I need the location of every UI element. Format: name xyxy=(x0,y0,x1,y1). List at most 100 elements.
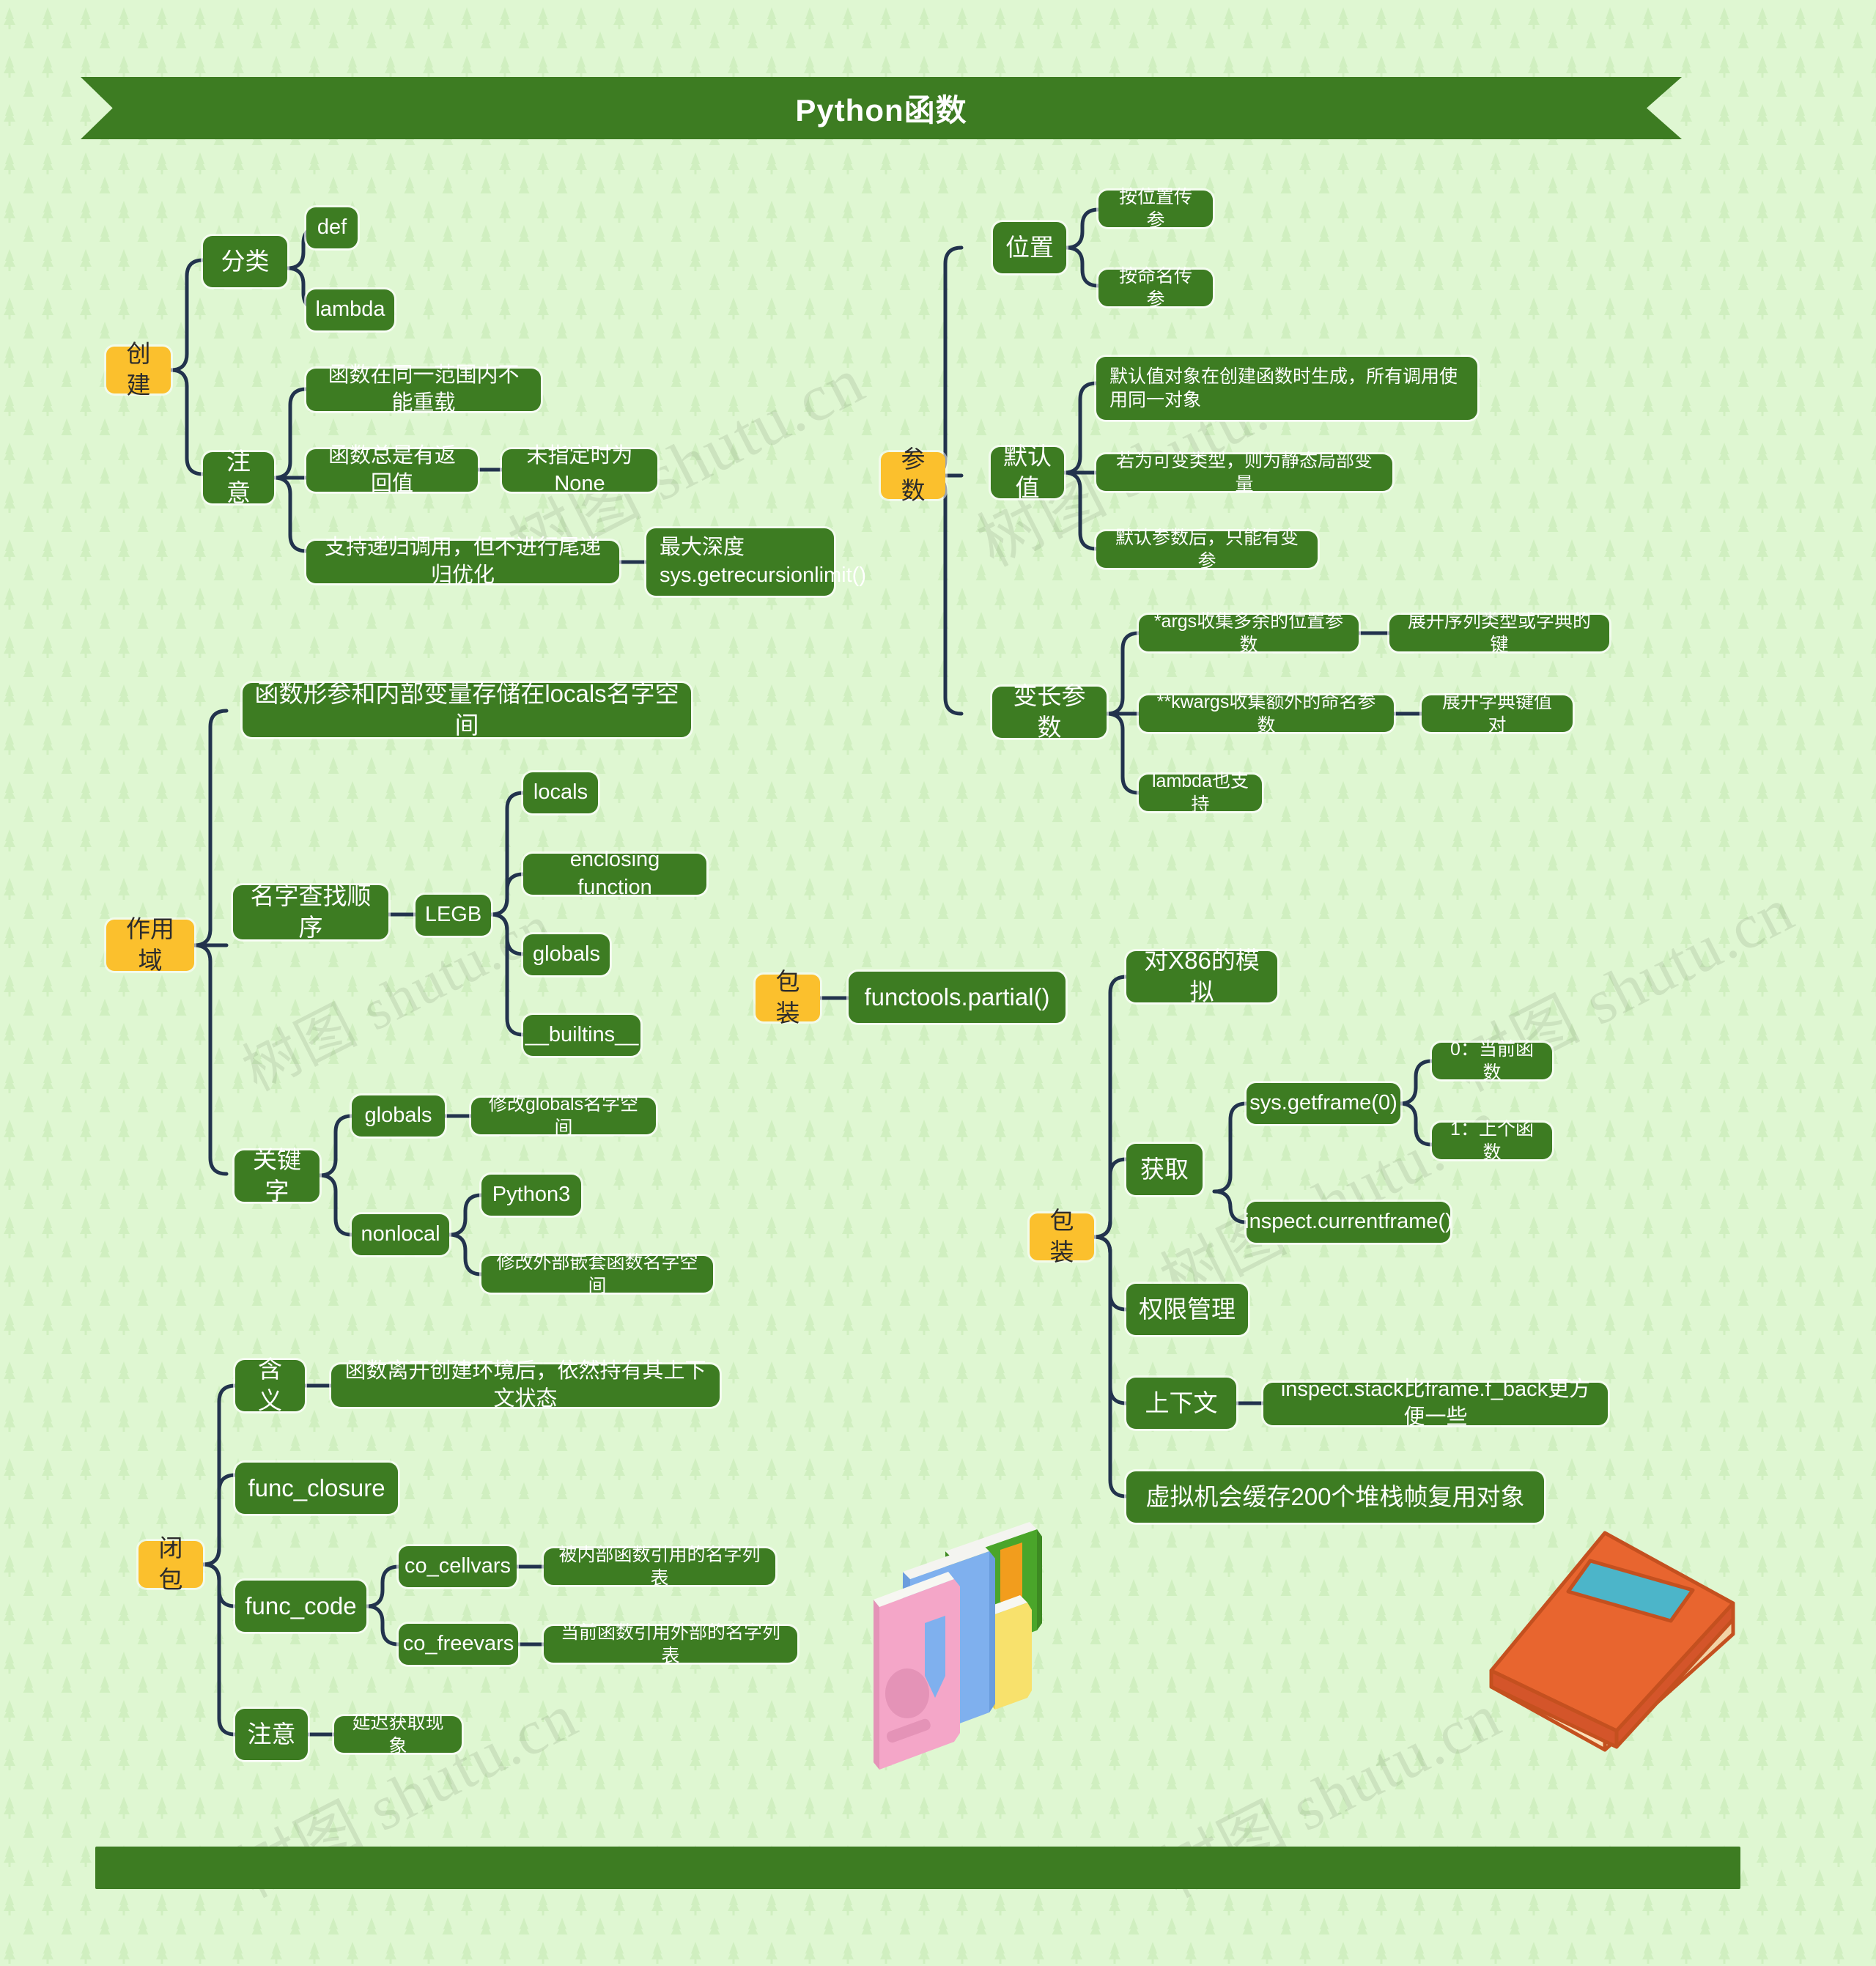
node-label: 函数总是有返回值 xyxy=(328,444,456,495)
node-label: 作用域 xyxy=(126,915,174,974)
node-return-none[interactable]: 未指定时为None xyxy=(502,444,657,495)
node-keywords[interactable]: 关键字 xyxy=(234,1146,320,1205)
node-x86-simulation[interactable]: 对X86的模拟 xyxy=(1126,947,1277,1005)
node-wrap-frame[interactable]: 包装 xyxy=(1030,1207,1094,1265)
node-label: nonlocal xyxy=(361,1222,440,1246)
node-pass-by-name[interactable]: 按命名传参 xyxy=(1098,266,1213,310)
node-label: *args收集多余的位置参数 xyxy=(1153,610,1344,656)
node-label: 默认值对象在创建函数时生成，所有调用使用同一对象 xyxy=(1109,366,1458,411)
node-label: 权限管理 xyxy=(1139,1295,1236,1323)
node-wrap-partial[interactable]: 包装 xyxy=(756,968,820,1027)
node-label: 关键字 xyxy=(253,1146,301,1205)
node-closure-notice[interactable]: 注意 xyxy=(235,1709,308,1760)
node-label: functools.partial() xyxy=(864,983,1050,1010)
node-co-freevars[interactable]: co_freevars xyxy=(399,1624,518,1665)
node-label: 分类 xyxy=(221,247,270,275)
node-no-overload[interactable]: 函数在同一范围内不能重载 xyxy=(306,363,541,415)
node-scope[interactable]: 作用域 xyxy=(106,915,194,974)
node-nonlocal-keyword[interactable]: nonlocal xyxy=(352,1214,449,1255)
node-label: 闭包 xyxy=(158,1534,183,1593)
node-functools-partial[interactable]: functools.partial() xyxy=(849,972,1066,1023)
node-args[interactable]: *args收集多余的位置参数 xyxy=(1139,611,1359,655)
orange-book-illustration xyxy=(1473,1524,1744,1759)
node-label: 虚拟机会缓存200个堆栈帧复用对象 xyxy=(1145,1482,1525,1510)
node-lambda-support[interactable]: lambda也支持 xyxy=(1139,771,1262,815)
node-label: def xyxy=(317,215,347,240)
node-co-freevars-desc[interactable]: 当前函数引用外部的名字列表 xyxy=(544,1622,797,1666)
node-scope-globals[interactable]: globals xyxy=(523,934,610,975)
node-inspect-currentframe[interactable]: inspect.currentframe() xyxy=(1244,1202,1452,1243)
node-label: 获取 xyxy=(1140,1155,1189,1183)
node-modify-globals-ns[interactable]: 修改globals名字空间 xyxy=(471,1094,656,1138)
node-closure-meaning-desc[interactable]: 函数离开创建环境后，依然持有其上下文状态 xyxy=(331,1359,720,1411)
node-kwargs[interactable]: **kwargs收集额外的命名参数 xyxy=(1139,692,1394,736)
node-permission-management[interactable]: 权限管理 xyxy=(1126,1284,1248,1335)
node-recursion[interactable]: 支持递归调用，但不进行尾递归优化 xyxy=(306,536,619,587)
node-label: inspect.currentframe() xyxy=(1244,1210,1452,1234)
node-label: co_cellvars xyxy=(404,1554,512,1578)
node-modify-enclosing-ns[interactable]: 修改外部嵌套函数名字空间 xyxy=(481,1252,713,1296)
node-func-code[interactable]: func_code xyxy=(235,1581,366,1632)
node-label: 参数 xyxy=(901,446,926,504)
node-always-return[interactable]: 函数总是有返回值 xyxy=(306,444,478,495)
node-closure-notice-desc[interactable]: 延迟获取现象 xyxy=(334,1712,462,1756)
node-co-cellvars[interactable]: co_cellvars xyxy=(399,1546,517,1587)
node-params[interactable]: 参数 xyxy=(881,446,945,504)
node-scope-locals[interactable]: locals xyxy=(523,772,598,813)
node-frame-0-current[interactable]: 0：当前函数 xyxy=(1432,1039,1552,1083)
node-python3[interactable]: Python3 xyxy=(481,1175,581,1216)
node-label: 包装 xyxy=(1049,1207,1074,1265)
node-label: 位置 xyxy=(1005,233,1054,261)
node-enclosing-function[interactable]: enclosing function xyxy=(523,848,706,899)
node-label: 对X86的模拟 xyxy=(1144,947,1260,1005)
node-label: co_freevars xyxy=(402,1632,514,1656)
node-label: 注意 xyxy=(226,448,251,506)
node-label: 当前函数引用外部的名字列表 xyxy=(560,1622,780,1667)
node-lambda[interactable]: lambda xyxy=(306,289,394,330)
node-label: 创建 xyxy=(126,340,151,399)
node-closure[interactable]: 闭包 xyxy=(139,1534,203,1593)
node-label: 若为可变类型，则为静态局部变量 xyxy=(1115,450,1373,495)
node-def[interactable]: def xyxy=(306,207,358,248)
node-create-notice[interactable]: 注意 xyxy=(203,448,274,506)
footer-bar xyxy=(95,1847,1740,1889)
node-label: 函数形参和内部变量存储在locals名字空间 xyxy=(254,680,679,739)
node-label: 变长参数 xyxy=(1013,682,1086,741)
node-closure-meaning[interactable]: 含义 xyxy=(235,1356,305,1414)
node-position[interactable]: 位置 xyxy=(993,222,1066,273)
node-func-closure[interactable]: func_closure xyxy=(235,1463,398,1514)
node-label: locals xyxy=(533,780,588,805)
node-kwargs-expand[interactable]: 展开字典键值对 xyxy=(1422,692,1573,736)
node-mutable-static[interactable]: 若为可变类型，则为静态局部变量 xyxy=(1096,451,1392,495)
node-frame-1-previous[interactable]: 1：上个函数 xyxy=(1432,1119,1552,1163)
node-label: lambda也支持 xyxy=(1152,770,1249,816)
node-globals-keyword[interactable]: globals xyxy=(352,1095,445,1137)
node-co-cellvars-desc[interactable]: 被内部函数引用的名字列表 xyxy=(544,1545,775,1589)
node-label: 最大深度sys.getrecursionlimit() xyxy=(660,536,866,587)
node-create[interactable]: 创建 xyxy=(106,340,171,399)
node-legb[interactable]: LEGB xyxy=(416,895,491,936)
node-args-expand[interactable]: 展开序列类型或字典的键 xyxy=(1389,611,1609,655)
node-vm-frame-cache[interactable]: 虚拟机会缓存200个堆栈帧复用对象 xyxy=(1126,1471,1544,1523)
node-after-default[interactable]: 默认参数后，只能有变参 xyxy=(1096,528,1318,572)
node-default-object-created[interactable]: 默认值对象在创建函数时生成，所有调用使用同一对象 xyxy=(1096,357,1477,420)
node-recursion-limit[interactable]: 最大深度sys.getrecursionlimit() xyxy=(646,528,866,596)
node-label: 按位置传参 xyxy=(1118,186,1192,232)
page-title: Python函数 xyxy=(795,93,967,128)
node-label: 展开字典键值对 xyxy=(1441,691,1552,736)
node-pass-by-position[interactable]: 按位置传参 xyxy=(1098,187,1213,231)
node-builtins[interactable]: __builtins__ xyxy=(523,1015,640,1056)
node-locals-namespace[interactable]: 函数形参和内部变量存储在locals名字空间 xyxy=(243,680,691,739)
node-inspect-stack-desc[interactable]: inspect.stack比frame.f_back更方便一些 xyxy=(1263,1378,1608,1429)
node-classify[interactable]: 分类 xyxy=(203,236,287,287)
node-frame-get[interactable]: 获取 xyxy=(1126,1144,1203,1195)
page-title-banner: Python函数 xyxy=(81,77,1682,139)
node-label: func_code xyxy=(245,1592,357,1619)
node-label: globals xyxy=(533,942,600,967)
node-varargs[interactable]: 变长参数 xyxy=(992,682,1107,741)
node-default-value[interactable]: 默认值 xyxy=(991,443,1064,501)
node-label: 默认值 xyxy=(1003,443,1052,501)
node-context[interactable]: 上下文 xyxy=(1126,1378,1236,1429)
node-lookup-order[interactable]: 名字查找顺序 xyxy=(233,882,388,941)
node-sys-getframe[interactable]: sys.getframe(0) xyxy=(1247,1083,1400,1124)
